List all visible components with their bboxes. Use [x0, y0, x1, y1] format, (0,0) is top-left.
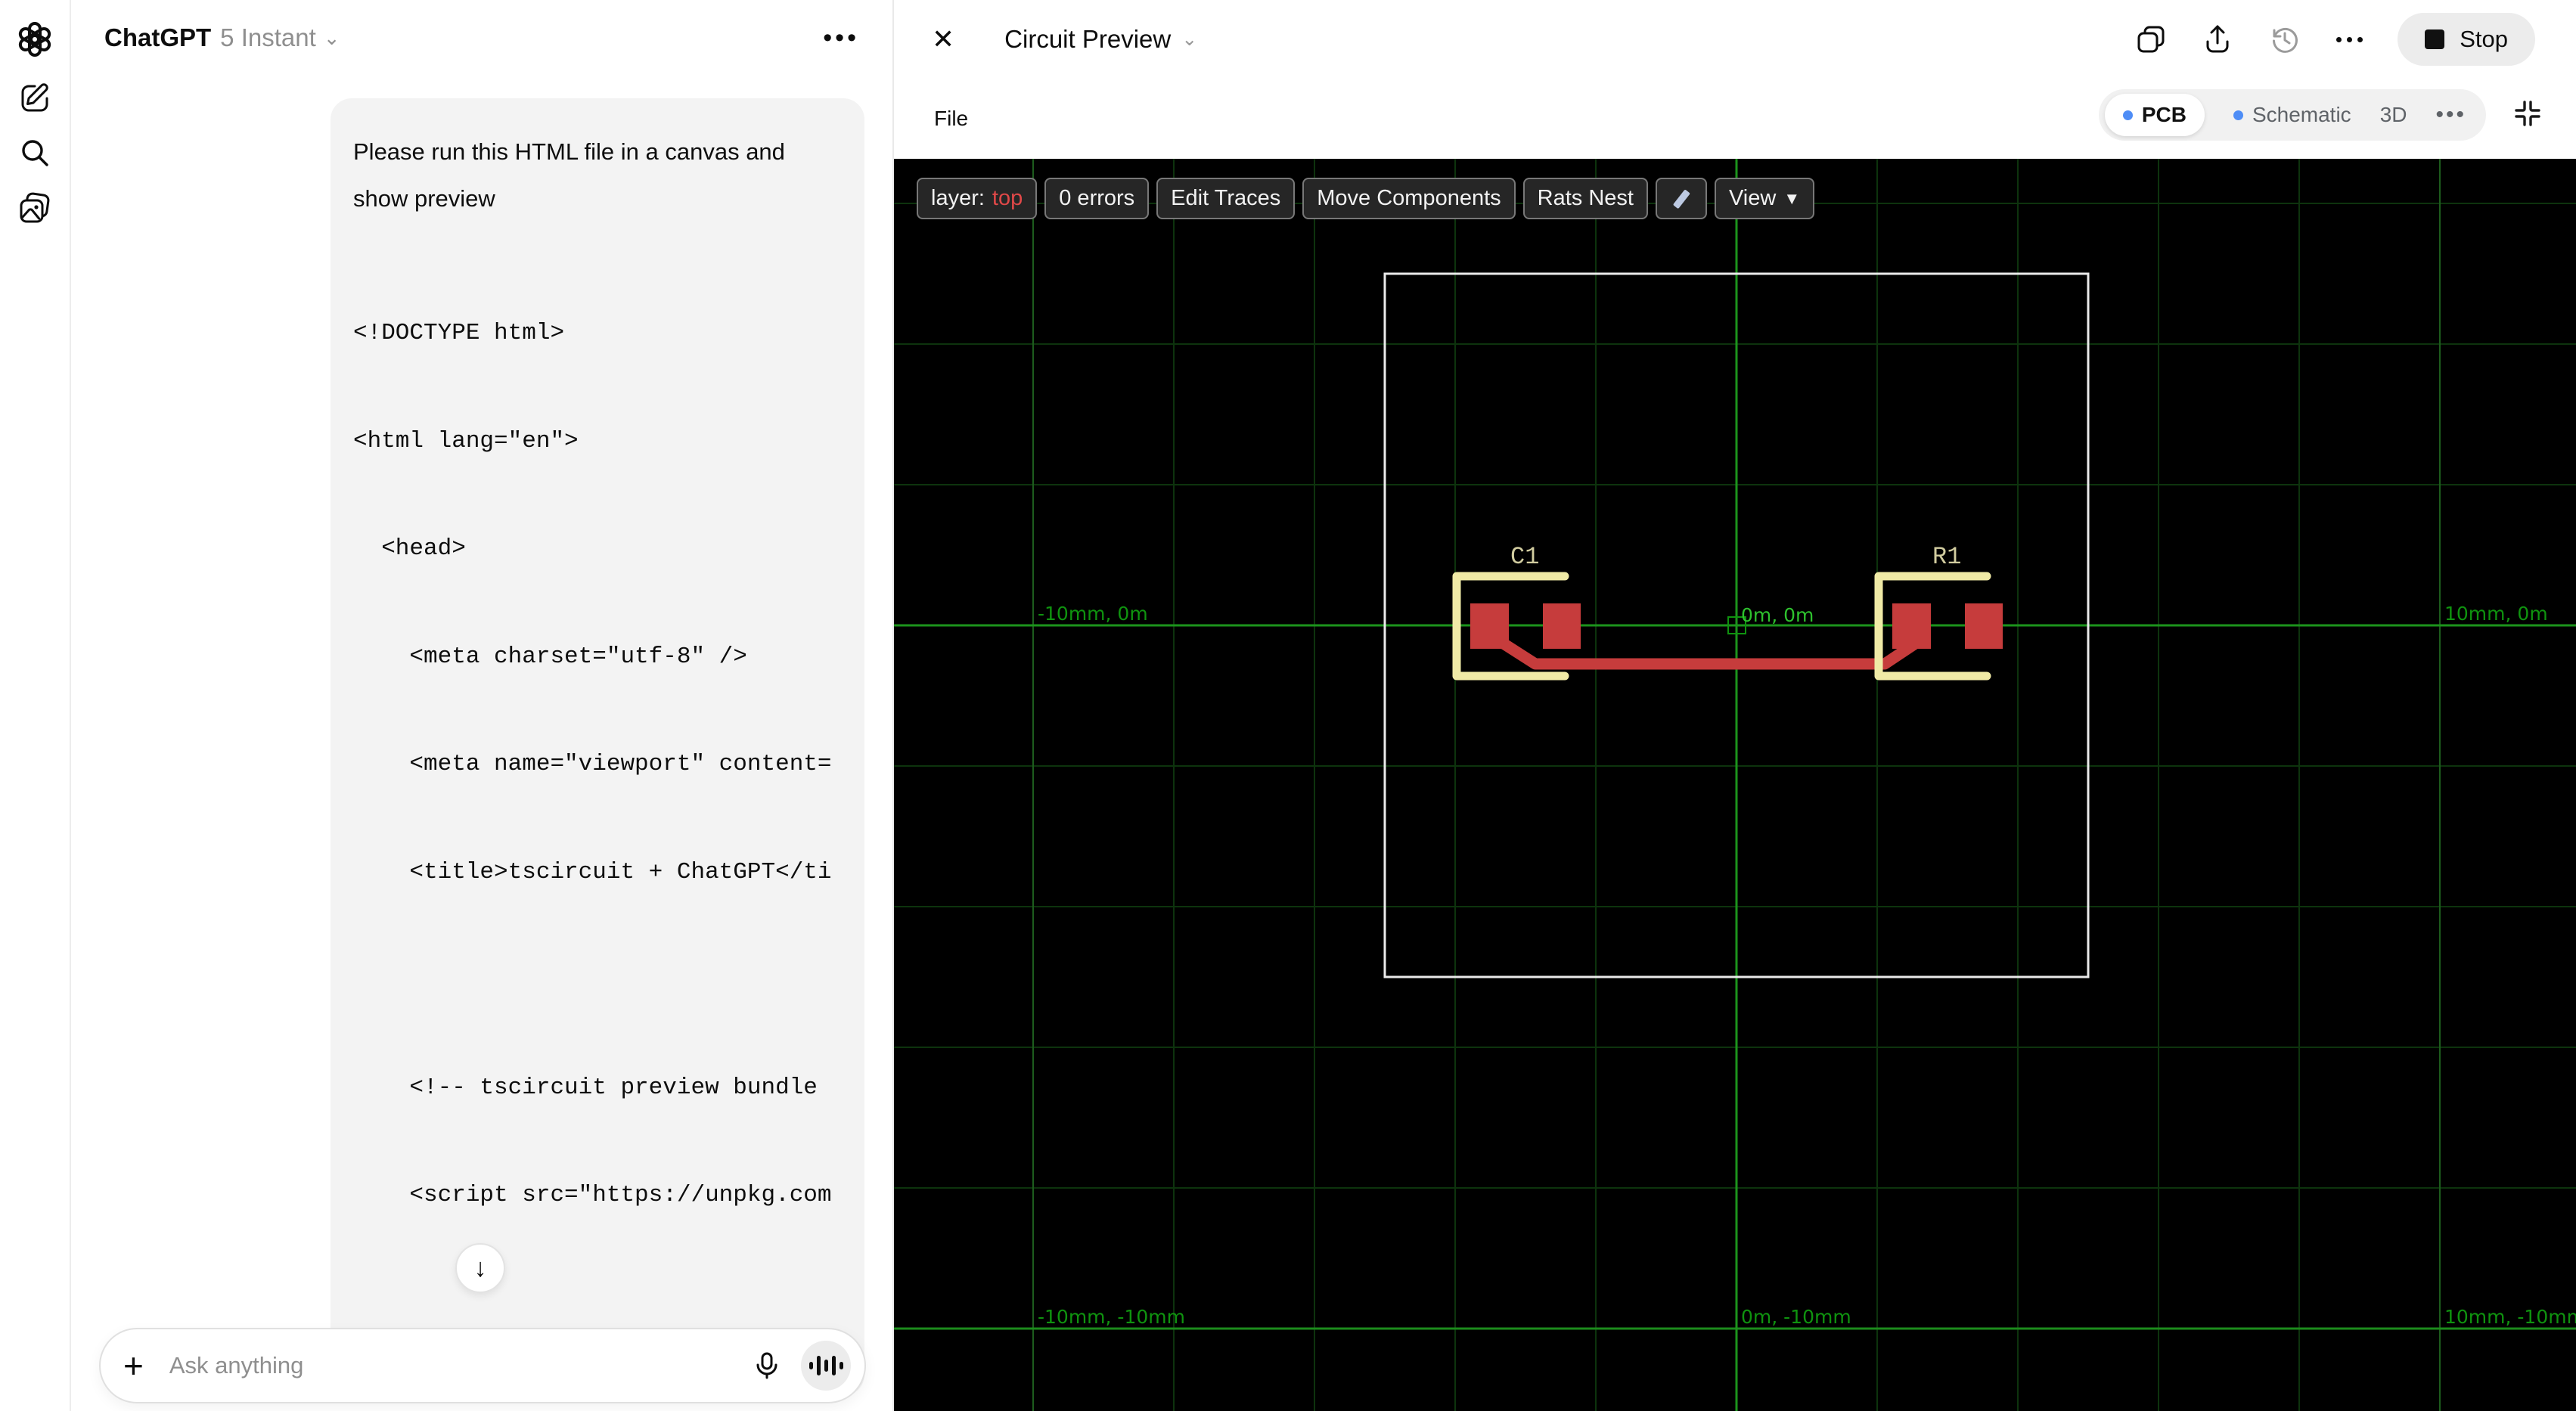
- c1-pad1[interactable]: [1470, 603, 1509, 649]
- arrow-down-icon: ↓: [473, 1253, 487, 1282]
- code-line: <html lang="en">: [353, 427, 579, 454]
- dropdown-caret-icon: ▼: [1783, 188, 1801, 208]
- chat-title: ChatGPT: [104, 23, 212, 51]
- left-coordinate-label: -10mm, 0m: [1038, 603, 1148, 625]
- close-icon[interactable]: ✕: [932, 23, 954, 55]
- r1-label: R1: [1932, 543, 1961, 571]
- copy-icon[interactable]: [2135, 23, 2167, 55]
- code-line: <head>: [353, 535, 466, 562]
- stop-button[interactable]: Stop: [2398, 13, 2535, 66]
- app-root: ChatGPT 5 Instant ⌄ ••• Please run this …: [0, 0, 2576, 1411]
- right-coordinate-label: 10mm, 0m: [2444, 603, 2548, 625]
- library-icon[interactable]: [17, 191, 53, 227]
- bottom-center-coordinate-label: 0m, -10mm: [1741, 1306, 1851, 1328]
- bottom-left-coordinate-label: -10mm, -10mm: [1038, 1306, 1185, 1328]
- canvas-menubar: File PCB Schematic 3D •••: [894, 79, 2576, 159]
- pcb-drawing: C1 R1 0m, 0m -10mm, 0m 10mm, 0m -10mm, -…: [894, 159, 2576, 1411]
- r1-pad1[interactable]: [1892, 603, 1931, 649]
- pcb-toolbar: layer: top 0 errors Edit Traces Move Com…: [917, 178, 1815, 219]
- model-chevron-down-icon[interactable]: ⌄: [324, 26, 340, 50]
- pcb-canvas[interactable]: C1 R1 0m, 0m -10mm, 0m 10mm, 0m -10mm, -…: [894, 159, 2576, 1411]
- canvas-title: Circuit Preview: [1004, 25, 1172, 53]
- more-options-icon[interactable]: [2336, 36, 2363, 42]
- code-line: <script src="https://unpkg.com: [353, 1182, 832, 1208]
- code-line: <meta name="viewport" content=: [353, 751, 832, 777]
- user-message-text: Please run this HTML file in a canvas an…: [353, 138, 785, 212]
- code-line: <title>tscircuit + ChatGPT</ti: [353, 858, 832, 885]
- openai-logo[interactable]: [15, 20, 54, 59]
- code-block: <!DOCTYPE html> <html lang="en"> <head> …: [353, 243, 832, 1396]
- left-rail: [0, 0, 71, 1411]
- blue-dot-icon: [2233, 110, 2243, 120]
- user-message-bubble: Please run this HTML file in a canvas an…: [331, 98, 864, 1396]
- waveform-icon: [808, 1362, 813, 1369]
- voice-mode-button[interactable]: [801, 1341, 851, 1391]
- tab-3d[interactable]: 3D: [2380, 103, 2407, 127]
- origin-coordinate-label: 0m, 0m: [1741, 604, 1814, 626]
- code-line: <meta charset="utf-8" />: [353, 643, 747, 670]
- move-components-button[interactable]: Move Components: [1302, 178, 1516, 219]
- canvas-panel: ✕ Circuit Preview ⌄ Stop File PCB Schema…: [892, 0, 2576, 1411]
- file-menu[interactable]: File: [934, 107, 968, 131]
- model-name: 5 Instant: [220, 23, 316, 51]
- collapse-view-icon[interactable]: [2512, 98, 2543, 132]
- share-icon[interactable]: [2202, 23, 2233, 55]
- attach-plus-icon[interactable]: +: [123, 1348, 144, 1383]
- code-line: <!DOCTYPE html>: [353, 320, 565, 346]
- c1-label: C1: [1510, 543, 1539, 571]
- canvas-title-chevron-down-icon[interactable]: ⌄: [1181, 28, 1197, 51]
- search-icon[interactable]: [17, 135, 53, 171]
- view-tabs: PCB Schematic 3D •••: [2098, 89, 2486, 141]
- bottom-right-coordinate-label: 10mm, -10mm: [2444, 1306, 2576, 1328]
- layer-value: top: [992, 186, 1023, 210]
- tab-pcb[interactable]: PCB: [2104, 94, 2205, 136]
- composer: +: [99, 1328, 866, 1403]
- layer-selector-button[interactable]: layer: top: [917, 178, 1038, 219]
- stop-square-icon: [2425, 29, 2445, 49]
- tab-schematic[interactable]: Schematic: [2233, 103, 2351, 127]
- canvas-header: ✕ Circuit Preview ⌄ Stop: [894, 0, 2576, 79]
- conversation-menu-icon[interactable]: •••: [823, 23, 859, 53]
- tabs-overflow-icon[interactable]: •••: [2435, 102, 2466, 128]
- errors-button[interactable]: 0 errors: [1044, 178, 1150, 219]
- pencil-icon: [1673, 189, 1690, 209]
- code-line: <!-- tscircuit preview bundle: [353, 1074, 818, 1101]
- microphone-icon[interactable]: [753, 1351, 781, 1380]
- scroll-to-bottom-button[interactable]: ↓: [455, 1243, 505, 1293]
- r1-pad2[interactable]: [1965, 603, 2003, 649]
- blue-dot-icon: [2122, 110, 2133, 120]
- view-dropdown-button[interactable]: View ▼: [1714, 178, 1815, 219]
- history-icon[interactable]: [2268, 23, 2301, 56]
- rats-nest-button[interactable]: Rats Nest: [1522, 178, 1648, 219]
- c1-pad2[interactable]: [1543, 603, 1581, 649]
- edit-traces-button[interactable]: Edit Traces: [1156, 178, 1296, 219]
- chat-panel: ChatGPT 5 Instant ⌄ ••• Please run this …: [71, 0, 892, 1411]
- new-chat-icon[interactable]: [17, 79, 53, 115]
- pencil-tool-button[interactable]: [1655, 178, 1707, 219]
- chat-input[interactable]: [169, 1352, 753, 1379]
- chat-header: ChatGPT 5 Instant ⌄ •••: [71, 0, 892, 76]
